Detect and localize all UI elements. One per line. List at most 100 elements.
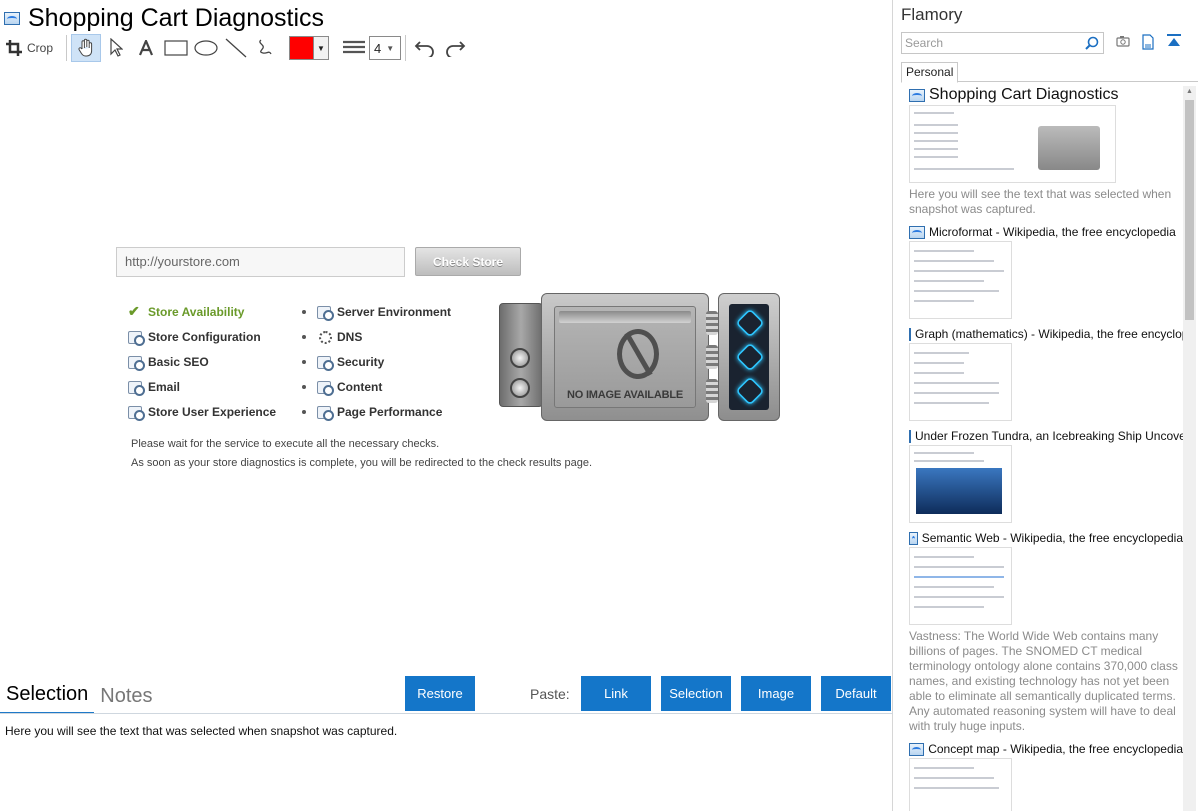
no-image-icon xyxy=(617,329,659,379)
ellipse-tool-button[interactable] xyxy=(191,34,221,62)
thumb-line xyxy=(914,168,1014,170)
stroke-width-select[interactable]: 4 ▼ xyxy=(369,36,401,60)
entry-title: Under Frozen Tundra, an Icebreaking Ship… xyxy=(915,429,1183,443)
paste-default-button[interactable]: Default xyxy=(821,676,891,711)
checks-list-right: Server Environment DNS Security Content … xyxy=(302,299,451,424)
dial-icon xyxy=(510,348,530,368)
list-item[interactable]: Shopping Cart Diagnostics Here you will … xyxy=(909,86,1183,217)
thumb-line xyxy=(914,392,999,394)
check-gear-icon xyxy=(317,355,334,371)
wait-message: Please wait for the service to execute a… xyxy=(131,435,592,473)
thumb-line xyxy=(914,596,1004,598)
text-tool-icon xyxy=(138,40,154,56)
thumb-line xyxy=(914,280,984,282)
entry-title: Concept map - Wikipedia, the free encycl… xyxy=(928,742,1183,756)
check-store-button[interactable]: Check Store xyxy=(415,247,521,276)
tab-notes[interactable]: Notes xyxy=(94,685,158,714)
chevron-down-icon: ▼ xyxy=(386,43,395,53)
store-url-input[interactable]: http://yourstore.com xyxy=(116,247,405,277)
entry-title-row: Shopping Cart Diagnostics xyxy=(909,86,1183,104)
paste-label: Paste: xyxy=(530,686,570,702)
tab-selection[interactable]: Selection xyxy=(0,683,95,714)
search-input[interactable]: Search xyxy=(901,32,1104,54)
list-item[interactable]: Semantic Web - Wikipedia, the free encyc… xyxy=(909,530,1183,734)
pen-color-picker[interactable]: ▼ xyxy=(289,36,329,60)
tab-personal[interactable]: Personal xyxy=(901,62,959,83)
page-favicon-icon xyxy=(4,11,20,25)
entry-title-row: Under Frozen Tundra, an Icebreaking Ship… xyxy=(909,428,1183,444)
page-favicon-icon xyxy=(909,88,925,102)
snapshot-thumbnail xyxy=(909,105,1116,183)
pan-tool-button[interactable] xyxy=(71,34,101,62)
color-dropdown-arrow-icon: ▼ xyxy=(314,37,328,59)
thumb-line xyxy=(914,270,1004,272)
check-item: Page Performance xyxy=(302,399,451,424)
check-item: Store Configuration xyxy=(128,324,276,349)
bullet xyxy=(302,384,306,389)
crop-label: Crop xyxy=(27,41,54,55)
selection-notes-panel: Selection Notes Restore Paste: Link Sele… xyxy=(0,676,893,811)
entry-title: Graph (mathematics) - Wikipedia, the fre… xyxy=(915,327,1183,341)
line-width-button[interactable] xyxy=(339,34,369,62)
scroll-up-arrow-icon[interactable]: ▲ xyxy=(1186,88,1193,95)
snapshot-thumbnail xyxy=(909,241,1012,319)
sidebar-scrollbar[interactable]: ▲ xyxy=(1183,86,1196,811)
restore-button[interactable]: Restore xyxy=(405,676,475,711)
entry-title: Microformat - Wikipedia, the free encycl… xyxy=(929,225,1176,239)
list-item[interactable]: Concept map - Wikipedia, the free encycl… xyxy=(909,741,1183,811)
device-spring xyxy=(706,311,718,335)
search-icon[interactable] xyxy=(1085,36,1099,50)
page-favicon-icon xyxy=(909,327,911,341)
selection-text[interactable]: Here you will see the text that was sele… xyxy=(5,724,397,738)
thumb-line xyxy=(914,787,999,789)
entry-snippet: Here you will see the text that was sele… xyxy=(909,187,1172,216)
arrow-pointer-icon xyxy=(110,38,123,57)
rectangle-tool-button[interactable] xyxy=(161,34,191,62)
page-favicon-icon xyxy=(909,225,925,239)
check-item: Content xyxy=(302,374,451,399)
device-indicator-panel xyxy=(729,304,769,410)
thumb-line xyxy=(914,362,964,364)
dial-icon xyxy=(510,378,530,398)
list-item[interactable]: Under Frozen Tundra, an Icebreaking Ship… xyxy=(909,428,1183,523)
freehand-tool-button[interactable] xyxy=(251,34,281,62)
check-gear-icon xyxy=(128,355,145,371)
paste-link-button[interactable]: Link xyxy=(581,676,651,711)
bullet xyxy=(302,309,306,314)
crop-button[interactable]: Crop xyxy=(0,34,62,62)
bullet xyxy=(302,359,306,364)
entry-title: Shopping Cart Diagnostics xyxy=(929,86,1119,103)
select-tool-button[interactable] xyxy=(101,34,131,62)
paste-image-button[interactable]: Image xyxy=(741,676,811,711)
check-label: Email xyxy=(148,379,181,394)
bullet xyxy=(302,334,306,339)
pen-color-swatch xyxy=(290,37,314,59)
checks-list-left: ✔ Store Availability Store Configuration … xyxy=(128,299,276,424)
scrollbar-thumb[interactable] xyxy=(1185,100,1194,320)
page-favicon-icon xyxy=(909,429,911,443)
check-label: Store Configuration xyxy=(148,329,261,344)
camera-icon[interactable] xyxy=(1116,34,1130,48)
thumb-photo xyxy=(916,468,1002,514)
device-spring xyxy=(706,345,718,369)
toolbar-separator xyxy=(66,35,67,61)
thumb-line xyxy=(914,556,974,558)
document-icon[interactable] xyxy=(1141,34,1155,50)
thumb-line xyxy=(914,124,958,126)
undo-icon xyxy=(414,41,434,57)
page-favicon-icon xyxy=(909,742,925,756)
redo-button[interactable] xyxy=(440,34,470,62)
check-label: Content xyxy=(337,379,383,394)
line-tool-button[interactable] xyxy=(221,34,251,62)
text-tool-button[interactable] xyxy=(131,34,161,62)
tabs-divider xyxy=(0,713,893,714)
list-item[interactable]: Microformat - Wikipedia, the free encycl… xyxy=(909,224,1183,319)
thumb-device xyxy=(1038,126,1100,170)
collapse-top-icon[interactable] xyxy=(1166,34,1182,48)
paste-selection-button[interactable]: Selection xyxy=(661,676,731,711)
list-item[interactable]: Graph (mathematics) - Wikipedia, the fre… xyxy=(909,326,1183,421)
undo-button[interactable] xyxy=(410,34,440,62)
page-favicon-icon xyxy=(909,531,918,545)
toolbar-separator xyxy=(405,35,406,61)
wait-message-line: Please wait for the service to execute a… xyxy=(131,438,440,450)
